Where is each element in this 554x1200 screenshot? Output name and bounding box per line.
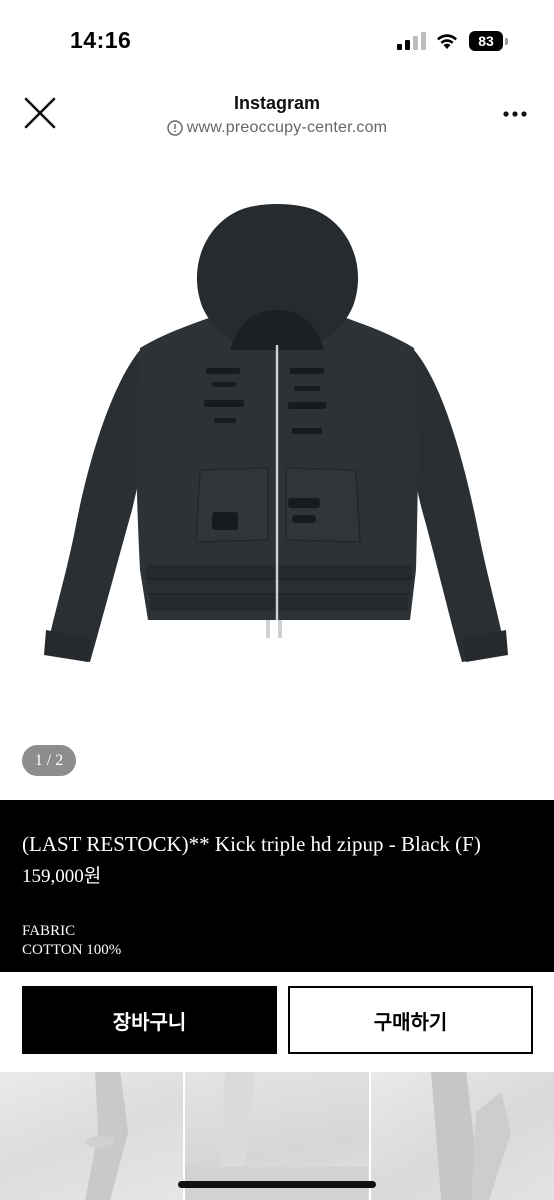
battery-level: 83	[469, 31, 503, 51]
browser-header: Instagram www.preoccupy-center.com	[0, 80, 554, 150]
url-row[interactable]: www.preoccupy-center.com	[120, 118, 434, 138]
info-icon	[167, 120, 183, 136]
status-time: 14:16	[70, 27, 132, 53]
product-image[interactable]: 1 / 2	[0, 150, 554, 800]
page-url: www.preoccupy-center.com	[186, 119, 388, 136]
page-title: Instagram	[233, 93, 321, 113]
home-indicator	[178, 1181, 376, 1188]
wifi-icon	[437, 34, 457, 49]
product-info: (LAST RESTOCK)** Kick triple hd zipup - …	[0, 800, 554, 972]
more-icon[interactable]	[502, 110, 528, 118]
thumbnail-photo-icon	[85, 1072, 129, 1200]
add-to-cart-button[interactable]: 장바구니	[22, 986, 277, 1054]
fabric-value: COTTON 100%	[22, 942, 122, 958]
thumbnail-photo-icon	[430, 1072, 511, 1200]
image-pager: 1 / 2	[22, 745, 76, 776]
product-name: (LAST RESTOCK)** Kick triple hd zipup - …	[22, 832, 481, 856]
product-price: 159,000원	[22, 866, 102, 887]
hoodie-image	[44, 204, 508, 662]
signal-icon	[397, 32, 426, 50]
battery-cap	[505, 38, 508, 45]
buy-now-button[interactable]: 구매하기	[288, 986, 533, 1054]
close-icon[interactable]	[22, 95, 58, 131]
battery-icon: 83	[469, 31, 509, 51]
thumbnail[interactable]	[0, 1072, 184, 1200]
status-bar: 14:16 83	[0, 0, 554, 80]
action-bar: 장바구니 구매하기	[0, 972, 554, 1072]
fabric-label: FABRIC	[22, 923, 76, 939]
thumbnail[interactable]	[370, 1072, 554, 1200]
header-center: Instagram www.preoccupy-center.com	[120, 92, 434, 138]
